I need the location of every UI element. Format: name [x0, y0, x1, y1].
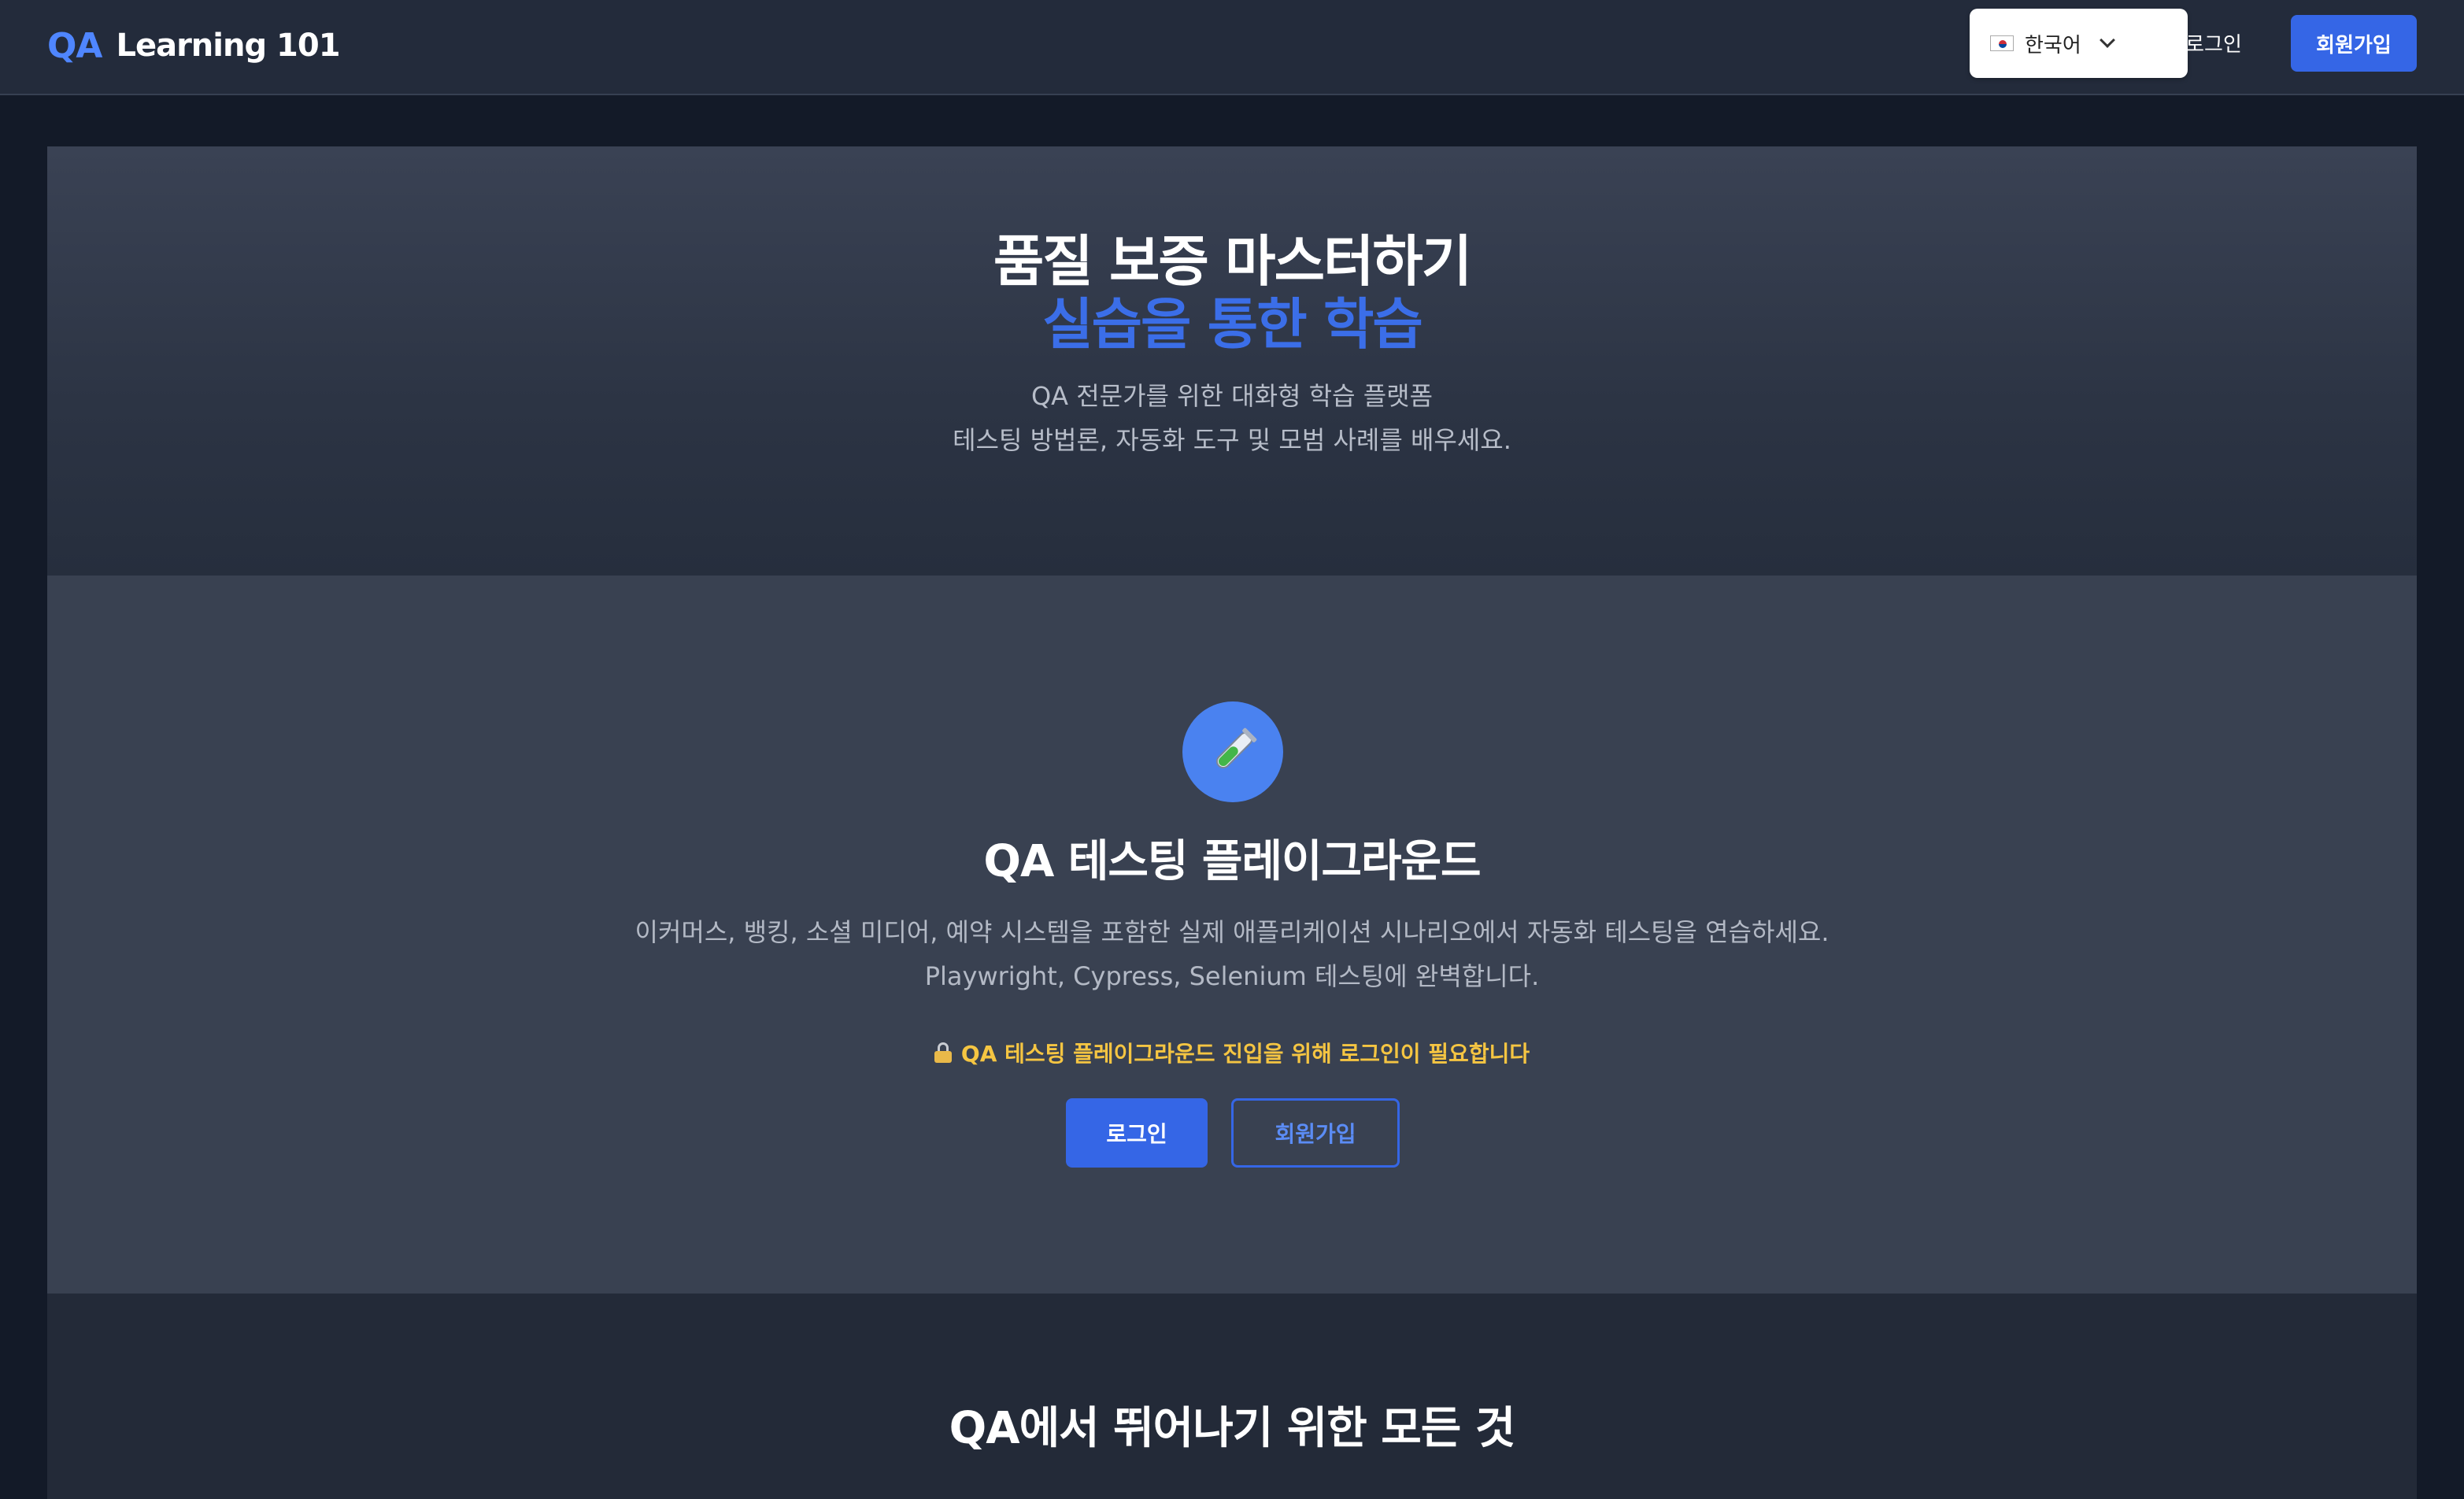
nav-login-button[interactable]: 로그인: [2174, 17, 2253, 68]
playground-section: QA 테스팅 플레이그라운드 이커머스, 뱅킹, 소셜 미디어, 예약 시스템을…: [47, 576, 2417, 1294]
hero-title-highlight: 실습을 통한 학습: [1042, 292, 1423, 357]
features-title: QA에서 뛰어나기 위한 모든 것: [949, 1403, 1516, 1454]
playground-login-button[interactable]: 로그인: [1066, 1098, 1208, 1168]
korea-flag-icon: [1990, 35, 2014, 51]
lock-icon: [934, 1042, 952, 1063]
logo-qa: QA: [47, 25, 102, 66]
hero-subtitle-line2: 테스팅 방법론, 자동화 도구 및 모범 사례를 배우세요.: [953, 425, 1511, 455]
logo-text: Learning 101: [116, 28, 340, 64]
playground-description-line2: Playwright, Cypress, Selenium 테스팅에 완벽합니다…: [924, 961, 1540, 991]
login-required-text: QA 테스팅 플레이그라운드 진입을 위해 로그인이 필요합니다: [960, 1041, 1530, 1067]
test-tube-icon: [1182, 701, 1283, 802]
playground-description-line1: 이커머스, 뱅킹, 소셜 미디어, 예약 시스템을 포함한 실제 애플리케이션 …: [634, 917, 1830, 947]
chevron-down-icon: [2099, 32, 2115, 48]
playground-signup-button[interactable]: 회원가입: [1231, 1098, 1400, 1168]
language-label: 한국어: [2025, 33, 2081, 57]
login-required-notice: QA 테스팅 플레이그라운드 진입을 위해 로그인이 필요합니다: [47, 1037, 2417, 1068]
features-section: QA에서 뛰어나기 위한 모든 것: [47, 1294, 2417, 1499]
hero-subtitle-line1: QA 전문가를 위한 대화형 학습 플랫폼: [1030, 381, 1434, 411]
nav-signup-button[interactable]: 회원가입: [2291, 15, 2417, 72]
top-navbar: QA Learning 101 한국어 로그인 회원가입: [0, 0, 2464, 95]
language-select[interactable]: 한국어: [1970, 9, 2188, 78]
playground-title: QA 테스팅 플레이그라운드: [983, 836, 1481, 887]
hero-section: 품질 보증 마스터하기 실습을 통한 학습 QA 전문가를 위한 대화형 학습 …: [47, 146, 2417, 576]
site-logo[interactable]: QA Learning 101: [47, 24, 341, 68]
